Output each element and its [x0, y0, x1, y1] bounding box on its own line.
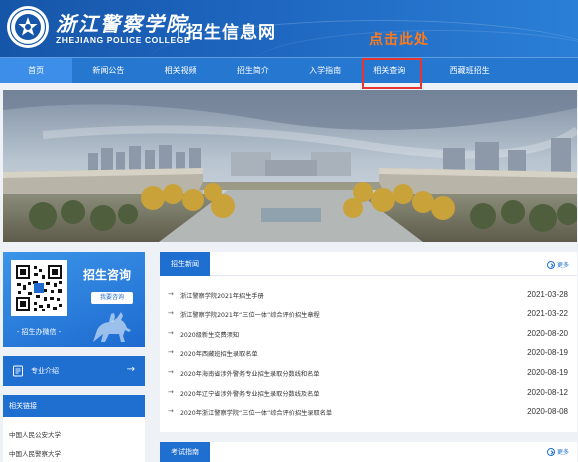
news-item[interactable]: → 2020年海南省涉外警务专业招生录取分数线和名单 2020-08-19 — [168, 368, 568, 380]
document-icon — [13, 365, 23, 377]
campus-banner-image — [3, 90, 577, 242]
news-item[interactable]: → 2020年辽宁省涉外警务专业招生录取分数线及名单 2020-08-12 — [168, 388, 568, 400]
exam-guide-panel: 考试指南 更多 — [160, 442, 577, 462]
news-item-date: 2021-03-28 — [527, 290, 568, 299]
qr-code-caption: - 招生办微信 - — [16, 328, 62, 336]
news-more-label: 更多 — [556, 262, 569, 269]
news-item-title[interactable]: 2020级新生交费须知 — [180, 330, 239, 339]
news-item[interactable]: → 2020年西藏班招生录取名单 2020-08-19 — [168, 348, 568, 360]
nav-item-news[interactable]: 新闻公告 — [72, 58, 144, 83]
link-item-police-university[interactable]: 中国人民警察大学 — [9, 448, 61, 458]
news-item-date: 2020-08-19 — [527, 368, 568, 377]
site-title: 招生信息网 — [178, 18, 276, 43]
site-title-text: 招生信息网 — [186, 23, 276, 43]
more-arrow-icon — [546, 261, 555, 269]
admission-news-panel: 招生新闻 更多 → 浙江警察学院2021年招生手册 2021-03-28 → 浙… — [160, 252, 577, 432]
news-item[interactable]: → 2020年浙江警察学院“三位一体”综合评价招生录取名单 2020-08-08 — [168, 407, 568, 419]
nav-item-queries[interactable]: 相关查询 — [361, 58, 433, 89]
news-item-title[interactable]: 浙江警察学院2021年招生手册 — [180, 291, 264, 300]
link-item-ppsuc[interactable]: 中国人民公安大学 — [9, 429, 61, 439]
news-item-date: 2021-03-22 — [527, 309, 568, 318]
list-arrow-icon: → — [168, 348, 174, 356]
nav-item-empty — [506, 58, 578, 83]
list-arrow-icon: → — [168, 368, 174, 376]
main-nav: 首页 新闻公告 相关视频 招生简介 入学指南 相关查询 西藏班招生 — [0, 57, 578, 89]
school-name-english: ZHEJIANG POLICE COLLEGE — [56, 35, 191, 45]
news-item-date: 2020-08-19 — [527, 348, 568, 357]
site-header: 浙江警察学院 ZHEJIANG POLICE COLLEGE 招生信息网 点击此… — [0, 0, 578, 57]
tab-exam-guide[interactable]: 考试指南 — [160, 442, 210, 462]
related-links-list: 中国人民公安大学 中国人民警察大学 — [3, 417, 145, 462]
news-item-date: 2020-08-20 — [527, 329, 568, 338]
news-item[interactable]: → 浙江警察学院2021年“三位一体”综合评价招生章程 2021-03-22 — [168, 309, 568, 321]
news-item-title[interactable]: 2020年西藏班招生录取名单 — [180, 349, 258, 358]
admission-consult-card: - 招生办微信 - 招生咨询 我要咨询 — [3, 252, 145, 347]
major-intro-link[interactable]: 专业介绍 → — [3, 356, 145, 386]
tab-admission-news[interactable]: 招生新闻 — [160, 252, 210, 276]
nav-item-home[interactable]: 首页 — [0, 58, 73, 83]
news-item-date: 2020-08-08 — [527, 407, 568, 416]
news-item-title[interactable]: 浙江警察学院2021年“三位一体”综合评价招生章程 — [180, 310, 320, 319]
list-arrow-icon: → — [168, 388, 174, 396]
exam-more-label: 更多 — [556, 449, 569, 456]
news-panel-header: 招生新闻 更多 — [160, 252, 577, 276]
consult-button[interactable]: 我要咨询 — [91, 292, 133, 304]
more-arrow-icon — [546, 448, 555, 456]
nav-item-videos[interactable]: 相关视频 — [145, 58, 217, 83]
list-arrow-icon: → — [168, 329, 174, 337]
list-arrow-icon: → — [168, 309, 174, 317]
list-arrow-icon: → — [168, 407, 174, 415]
mounted-police-icon — [93, 312, 131, 342]
list-arrow-icon: → — [168, 290, 174, 298]
news-more-link[interactable]: 更多 — [546, 260, 569, 269]
click-here-callout: 点击此处 — [369, 32, 429, 48]
news-item[interactable]: → 2020级新生交费须知 2020-08-20 — [168, 329, 568, 341]
title-separator — [178, 20, 179, 38]
news-item-title[interactable]: 2020年海南省涉外警务专业招生录取分数线和名单 — [180, 369, 320, 378]
school-name: 浙江警察学院 — [56, 12, 188, 36]
news-item-date: 2020-08-12 — [527, 388, 568, 397]
news-item-title[interactable]: 2020年浙江警察学院“三位一体”综合评价招生录取名单 — [180, 408, 332, 417]
arrow-right-icon: → — [126, 364, 135, 375]
exam-more-link[interactable]: 更多 — [546, 447, 569, 456]
nav-item-tibet-class[interactable]: 西藏班招生 — [434, 58, 506, 83]
consult-title: 招生咨询 — [83, 268, 132, 282]
major-intro-label: 专业介绍 — [31, 367, 59, 375]
page: 浙江警察学院 ZHEJIANG POLICE COLLEGE 招生信息网 点击此… — [0, 0, 578, 462]
related-links-header: 相关链接 — [3, 395, 145, 417]
nav-item-enrollment-guide[interactable]: 入学指南 — [289, 58, 361, 83]
nav-item-admission-intro[interactable]: 招生简介 — [217, 58, 289, 83]
wechat-qr-code — [11, 260, 67, 316]
news-item-title[interactable]: 2020年辽宁省涉外警务专业招生录取分数线及名单 — [180, 389, 320, 398]
college-emblem-icon[interactable] — [6, 5, 50, 49]
news-item[interactable]: → 浙江警察学院2021年招生手册 2021-03-28 — [168, 290, 568, 302]
